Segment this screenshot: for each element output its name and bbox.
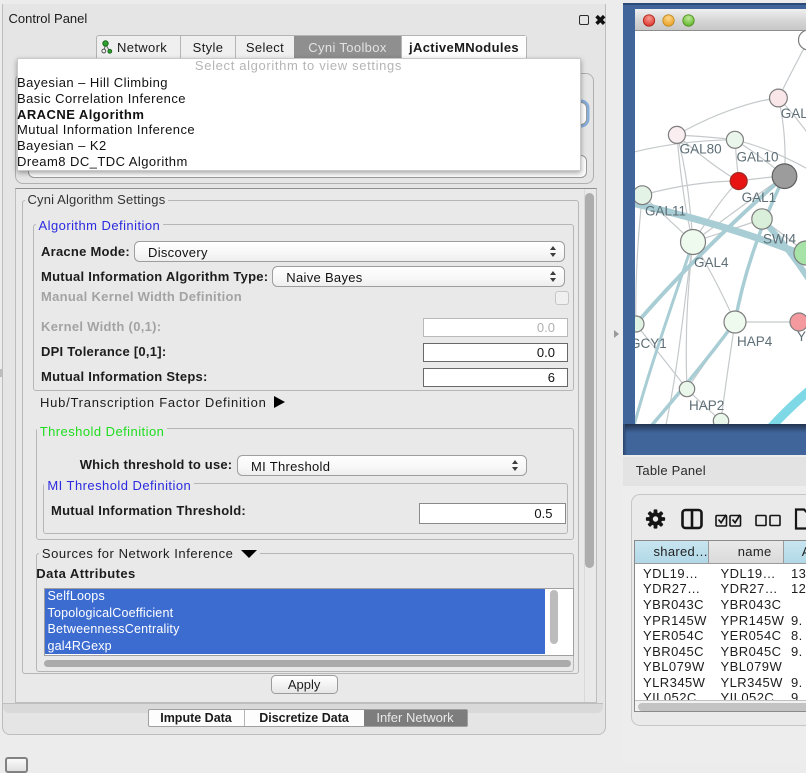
svg-text:GAL80: GAL80	[680, 142, 722, 157]
svg-text:GAL4: GAL4	[694, 255, 729, 270]
svg-text:GAL11: GAL11	[645, 204, 686, 219]
svg-text:Y: Y	[797, 329, 806, 344]
svg-text:HAP2: HAP2	[689, 398, 724, 413]
svg-text:HAP4: HAP4	[737, 334, 773, 349]
svg-text:GCY1: GCY1	[635, 336, 667, 351]
svg-text:GAL: GAL	[781, 106, 806, 121]
svg-text:GAL10: GAL10	[737, 150, 779, 165]
svg-text:GAL1: GAL1	[742, 190, 777, 205]
svg-text:SWI4: SWI4	[763, 232, 796, 247]
